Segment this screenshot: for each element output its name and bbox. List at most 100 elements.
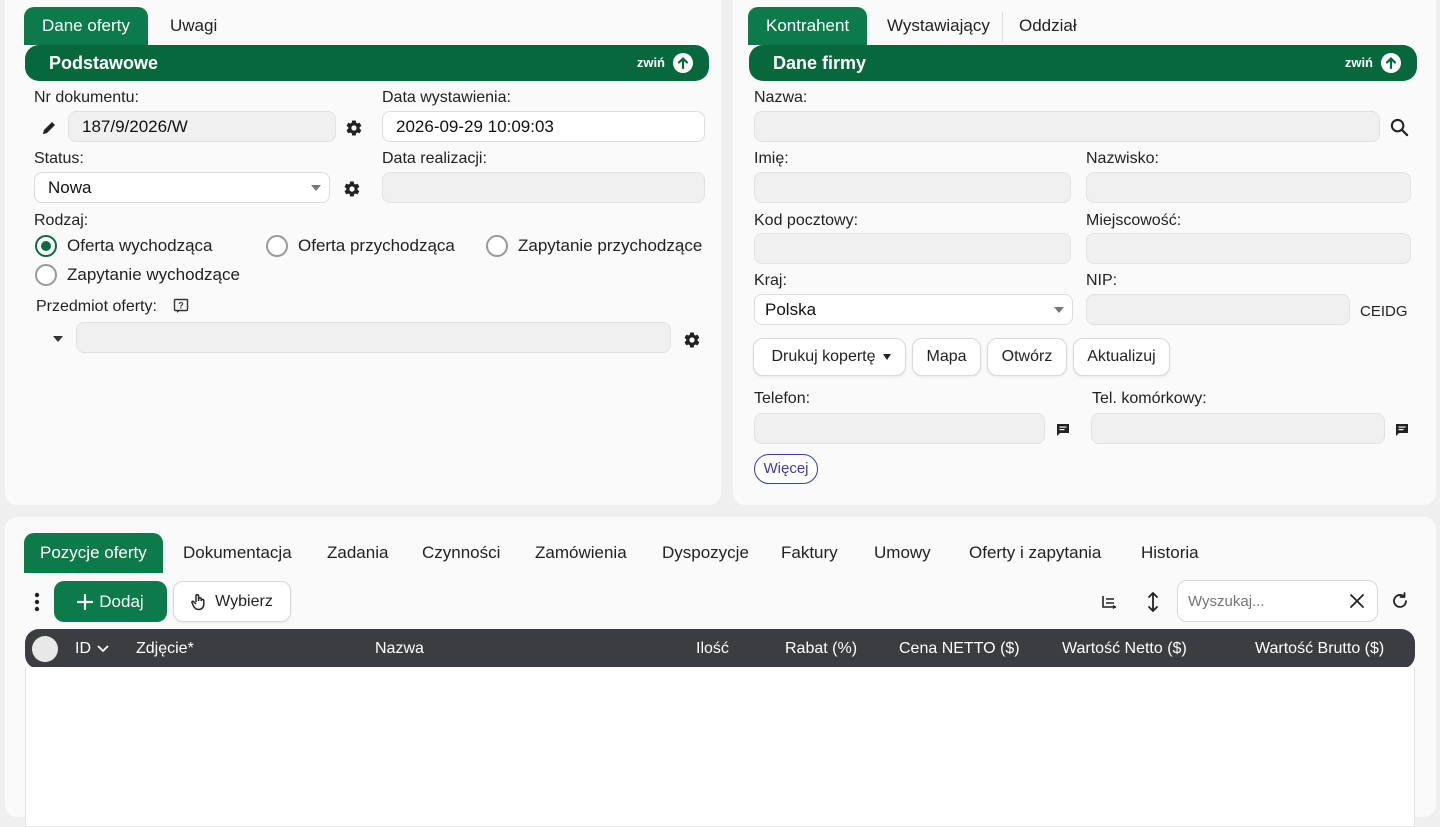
postal-code-label: Kod pocztowy: bbox=[754, 212, 859, 229]
items-table-header: ID Zdjęcie* Nazwa Ilość Rabat (%) Cena N… bbox=[25, 629, 1415, 669]
add-button[interactable]: Dodaj bbox=[54, 581, 167, 622]
phone-field[interactable] bbox=[754, 413, 1045, 444]
pencil-icon[interactable] bbox=[37, 116, 61, 140]
last-name-field[interactable] bbox=[1086, 172, 1411, 203]
arrow-up-icon bbox=[1381, 53, 1401, 73]
mobile-field[interactable] bbox=[1091, 413, 1385, 444]
status-label: Status: bbox=[34, 150, 84, 167]
search-input[interactable] bbox=[1188, 589, 1338, 613]
realization-date-label: Data realizacji: bbox=[382, 150, 487, 167]
column-photo[interactable]: Zdjęcie* bbox=[136, 629, 194, 669]
add-label: Dodaj bbox=[99, 592, 144, 611]
caret-down-icon[interactable] bbox=[51, 332, 65, 346]
column-net-value[interactable]: Wartość Netto ($) bbox=[1062, 629, 1187, 669]
offer-items-panel: Pozycje oferty Dokumentacja Zadania Czyn… bbox=[5, 517, 1436, 827]
country-select[interactable]: Polska bbox=[754, 294, 1073, 325]
print-envelope-button[interactable]: Drukuj kopertę bbox=[753, 338, 906, 376]
doc-number-field[interactable]: 187/9/2026/W bbox=[68, 111, 336, 142]
column-id[interactable]: ID bbox=[75, 629, 109, 669]
country-value: Polska bbox=[765, 300, 817, 319]
radio-label: Zapytanie wychodzące bbox=[67, 265, 240, 284]
search-box bbox=[1177, 580, 1378, 622]
gear-icon[interactable] bbox=[340, 177, 364, 201]
nip-field[interactable] bbox=[1086, 294, 1350, 325]
radio-label: Oferta wychodząca bbox=[67, 236, 213, 255]
radio-offer-incoming[interactable]: Oferta przychodząca bbox=[266, 235, 455, 257]
arrow-up-icon bbox=[673, 53, 693, 73]
nip-label: NIP: bbox=[1086, 272, 1118, 289]
radio-inquiry-incoming[interactable]: Zapytanie przychodzące bbox=[486, 235, 702, 257]
issue-date-label: Data wystawienia: bbox=[382, 89, 511, 106]
subject-field[interactable] bbox=[76, 322, 671, 353]
company-name-field[interactable] bbox=[754, 111, 1380, 142]
help-icon[interactable]: ? bbox=[171, 296, 191, 316]
column-net-price[interactable]: Cena NETTO ($) bbox=[899, 629, 1020, 669]
postal-code-field[interactable] bbox=[754, 233, 1071, 264]
column-quantity[interactable]: Ilość bbox=[696, 629, 729, 669]
tab-orders[interactable]: Zamówienia bbox=[519, 533, 643, 573]
tab-contracts[interactable]: Umowy bbox=[858, 533, 947, 573]
tab-documentation[interactable]: Dokumentacja bbox=[167, 533, 308, 573]
tab-offer-items[interactable]: Pozycje oferty bbox=[24, 533, 163, 573]
column-discount[interactable]: Rabat (%) bbox=[785, 629, 857, 669]
tab-dispositions[interactable]: Dyspozycje bbox=[646, 533, 765, 573]
tab-branch[interactable]: Oddział bbox=[1001, 7, 1095, 45]
row-height-icon[interactable] bbox=[1142, 590, 1164, 614]
last-name-label: Nazwisko: bbox=[1086, 150, 1159, 167]
items-table-body bbox=[25, 667, 1415, 827]
basic-section-header: Podstawowe zwiń bbox=[25, 45, 709, 81]
collapse-basic-button[interactable]: zwiń bbox=[637, 52, 693, 74]
close-icon[interactable] bbox=[1347, 591, 1367, 611]
hand-pointer-icon bbox=[191, 593, 205, 610]
radio-unchecked-icon bbox=[266, 235, 288, 257]
gear-icon[interactable] bbox=[342, 116, 366, 140]
tab-tasks[interactable]: Zadania bbox=[311, 533, 404, 573]
offer-data-panel: Dane oferty Uwagi Podstawowe zwiń Nr dok… bbox=[5, 0, 721, 505]
refresh-icon[interactable] bbox=[1388, 589, 1412, 613]
gear-icon[interactable] bbox=[680, 328, 704, 352]
column-name[interactable]: Nazwa bbox=[375, 629, 424, 669]
tab-issuer[interactable]: Wystawiający bbox=[869, 7, 1008, 45]
print-envelope-label: Drukuj kopertę bbox=[771, 348, 876, 365]
map-button[interactable]: Mapa bbox=[912, 338, 981, 376]
chevron-down-icon bbox=[1054, 307, 1064, 313]
chevron-down-icon bbox=[97, 645, 109, 653]
more-button[interactable]: Więcej bbox=[754, 454, 818, 484]
radio-checked-icon bbox=[35, 235, 57, 257]
contractor-panel: Kontrahent Wystawiający Oddział Dane fir… bbox=[733, 0, 1436, 505]
column-gross-value[interactable]: Wartość Brutto ($) bbox=[1255, 629, 1384, 669]
column-settings-icon[interactable] bbox=[1098, 591, 1120, 613]
tab-offer-data[interactable]: Dane oferty bbox=[24, 7, 148, 45]
issue-date-field[interactable]: 2026-09-29 10:09:03 bbox=[382, 111, 705, 142]
sms-icon[interactable] bbox=[1052, 419, 1074, 441]
update-button[interactable]: Aktualizuj bbox=[1073, 338, 1170, 376]
open-button[interactable]: Otwórz bbox=[987, 338, 1067, 376]
radio-offer-outgoing[interactable]: Oferta wychodząca bbox=[35, 235, 213, 257]
choose-button[interactable]: Wybierz bbox=[173, 581, 291, 622]
mobile-label: Tel. komórkowy: bbox=[1092, 390, 1207, 407]
select-all-checkbox[interactable] bbox=[32, 636, 58, 662]
column-id-label: ID bbox=[75, 640, 91, 657]
tab-contractor[interactable]: Kontrahent bbox=[748, 7, 868, 45]
country-label: Kraj: bbox=[754, 272, 787, 289]
collapse-company-button[interactable]: zwiń bbox=[1345, 52, 1401, 74]
radio-inquiry-outgoing[interactable]: Zapytanie wychodzące bbox=[35, 264, 240, 286]
city-field[interactable] bbox=[1086, 233, 1411, 264]
tab-history[interactable]: Historia bbox=[1125, 533, 1215, 573]
sms-icon[interactable] bbox=[1391, 419, 1413, 441]
tab-notes[interactable]: Uwagi bbox=[152, 7, 235, 45]
radio-label: Oferta przychodząca bbox=[298, 236, 455, 255]
more-vertical-icon[interactable] bbox=[27, 590, 47, 614]
search-icon[interactable] bbox=[1387, 115, 1411, 139]
status-value: Nowa bbox=[48, 178, 92, 197]
doc-number-label: Nr dokumentu: bbox=[34, 89, 139, 106]
tab-invoices[interactable]: Faktury bbox=[765, 533, 854, 573]
tab-offers-inquiries[interactable]: Oferty i zapytania bbox=[953, 533, 1117, 573]
first-name-field[interactable] bbox=[754, 172, 1071, 203]
ceidg-link[interactable]: CEIDG bbox=[1360, 303, 1408, 320]
radio-unchecked-icon bbox=[35, 264, 57, 286]
status-select[interactable]: Nowa bbox=[34, 172, 330, 203]
realization-date-field[interactable] bbox=[382, 172, 705, 203]
tab-activities[interactable]: Czynności bbox=[406, 533, 516, 573]
company-name-label: Nazwa: bbox=[754, 89, 808, 106]
